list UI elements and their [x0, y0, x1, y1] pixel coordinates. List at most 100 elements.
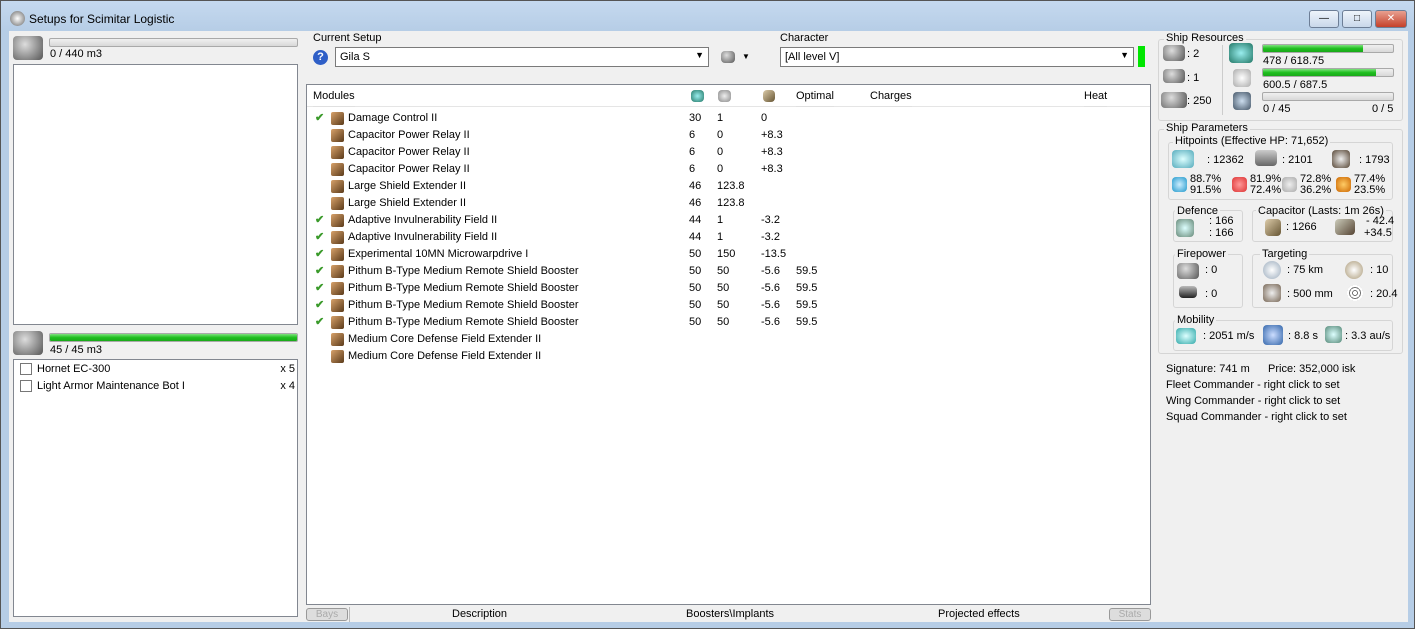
targeting-range-icon [1263, 261, 1281, 279]
squad-commander[interactable]: Squad Commander - right click to set [1166, 411, 1347, 423]
module-name: Experimental 10MN Microwarpdrive I [348, 248, 529, 260]
cpu-cell: 50 [689, 248, 702, 260]
modules-table[interactable]: Modules Optimal Charges Heat ✔ Damage Co… [306, 84, 1151, 605]
table-row[interactable]: ✔ Adaptive Invulnerability Field II 44 1… [307, 212, 1150, 229]
wing-commander[interactable]: Wing Commander - right click to set [1166, 395, 1340, 407]
module-name: Pithum B-Type Medium Remote Shield Boost… [348, 282, 579, 294]
table-row[interactable]: Capacitor Power Relay II 6 0 +8.3 [307, 144, 1150, 161]
powergrid-icon[interactable] [718, 90, 731, 102]
table-row[interactable]: Large Shield Extender II 46 123.8 [307, 178, 1150, 195]
warp-speed-icon [1325, 326, 1342, 343]
resist-type-icon [1232, 177, 1247, 192]
table-row[interactable]: ✔ Pithum B-Type Medium Remote Shield Boo… [307, 297, 1150, 314]
setup-dropdown[interactable]: Gila S ▼ [335, 47, 709, 67]
module-name-cell: Large Shield Extender II [331, 195, 466, 212]
checkbox[interactable] [20, 380, 32, 393]
resist-group: 81.9% 72.4% [1232, 173, 1288, 199]
fleet-commander[interactable]: Fleet Commander - right click to set [1166, 379, 1340, 391]
col-heat[interactable]: Heat [1084, 85, 1108, 107]
calibration-value: : 250 [1187, 95, 1212, 107]
ship-menu-button[interactable]: ▼ [721, 49, 751, 65]
tab-boosters-implants[interactable]: Boosters\Implants [686, 608, 774, 620]
resist-type-icon [1282, 177, 1297, 192]
drone-qty: x 5 [280, 363, 295, 375]
capacitor-cell: -5.6 [761, 282, 780, 294]
warp-speed: : 3.3 au/s [1345, 330, 1391, 342]
table-row[interactable]: Capacitor Power Relay II 6 0 +8.3 [307, 127, 1150, 144]
turret-dps: : 0 [1205, 264, 1218, 276]
capacitor-cell: +8.3 [761, 129, 783, 141]
powergrid-cell: 0 [717, 129, 724, 141]
capacitor-recharge-icon [1335, 219, 1355, 235]
cpu-cell: 50 [689, 316, 702, 328]
calibration-icon [1161, 92, 1187, 108]
align-time: : 8.8 s [1288, 330, 1318, 342]
module-name-cell: Adaptive Invulnerability Field II [331, 229, 497, 246]
col-modules[interactable]: Modules [313, 85, 355, 107]
help-icon[interactable]: ? [313, 50, 328, 65]
cpu-cell: 6 [689, 129, 696, 141]
table-row[interactable]: ✔ Pithum B-Type Medium Remote Shield Boo… [307, 314, 1150, 331]
drone-bandwidth-icon [1233, 92, 1251, 110]
checkbox[interactable] [20, 363, 32, 376]
turret-icon [1163, 45, 1185, 61]
maximize-button[interactable]: □ [1342, 10, 1372, 28]
active-check-icon: ✔ [315, 214, 325, 226]
powergrid-cell: 50 [717, 282, 730, 294]
module-name-cell: Adaptive Invulnerability Field II [331, 212, 497, 229]
cpu-icon[interactable] [691, 90, 704, 102]
cpu-cell: 50 [689, 265, 702, 277]
stats-button[interactable]: Stats [1109, 608, 1151, 621]
resist-group: 77.4% 23.5% [1336, 173, 1392, 199]
table-row[interactable]: Large Shield Extender II 46 123.8 [307, 195, 1150, 212]
minimize-button[interactable]: — [1309, 10, 1339, 28]
active-check-icon: ✔ [315, 316, 325, 328]
capacitor-cell: -5.6 [761, 316, 780, 328]
module-name: Pithum B-Type Medium Remote Shield Boost… [348, 265, 579, 277]
list-item[interactable]: Hornet EC-300 x 5 [20, 363, 295, 376]
capacitor-icon [1265, 219, 1281, 236]
module-name: Capacitor Power Relay II [348, 146, 470, 158]
cargo-bar [49, 38, 298, 47]
character-dropdown[interactable]: [All level V] ▼ [780, 47, 1134, 67]
chevron-down-icon: ▼ [742, 52, 750, 61]
drone-bandwidth-bar [1262, 92, 1394, 101]
close-button[interactable]: ✕ [1375, 10, 1407, 28]
table-row[interactable]: Medium Core Defense Field Extender II [307, 331, 1150, 348]
launcher-slots: : 1 [1187, 72, 1200, 84]
list-item[interactable]: Light Armor Maintenance Bot I x 4 [20, 380, 295, 393]
col-optimal[interactable]: Optimal [796, 85, 834, 107]
firepower-label: Firepower [1175, 248, 1228, 260]
targeting-range: : 75 km [1287, 264, 1324, 276]
bays-button[interactable]: Bays [306, 608, 348, 621]
resist-value-2: 72.4% [1250, 184, 1282, 196]
table-row[interactable]: ✔ Adaptive Invulnerability Field II 44 1… [307, 229, 1150, 246]
capacitor-icon[interactable] [763, 90, 775, 102]
tab-description[interactable]: Description [452, 608, 507, 620]
drone-list[interactable]: Hornet EC-300 x 5 Light Armor Maintenance… [13, 359, 298, 617]
capacitor-capacity: : 1266 [1286, 221, 1317, 233]
capacitor-cell: -3.2 [761, 231, 780, 243]
cargo-list[interactable] [13, 64, 298, 325]
mobility-label: Mobility [1175, 314, 1217, 326]
window-title: Setups for Scimitar Logistic [29, 12, 175, 26]
turret-slots: : 2 [1187, 48, 1200, 60]
chevron-down-icon: ▼ [1120, 50, 1129, 60]
tab-projected-effects[interactable]: Projected effects [938, 608, 1020, 620]
table-row[interactable]: ✔ Experimental 10MN Microwarpdrive I 50 … [307, 246, 1150, 263]
window: Setups for Scimitar Logistic — □ ✕ 0 / 4… [0, 0, 1415, 629]
cpu-icon [1229, 43, 1253, 63]
table-row[interactable]: ✔ Pithum B-Type Medium Remote Shield Boo… [307, 280, 1150, 297]
capacitor-cell: -5.6 [761, 265, 780, 277]
app-icon [10, 11, 25, 26]
table-row[interactable]: ✔ Damage Control II 30 1 0 [307, 110, 1150, 127]
table-row[interactable]: Capacitor Power Relay II 6 0 +8.3 [307, 161, 1150, 178]
resist-group: 72.8% 36.2% [1282, 173, 1338, 199]
col-charges[interactable]: Charges [870, 85, 912, 107]
module-icon [331, 179, 344, 193]
table-row[interactable]: Medium Core Defense Field Extender II [307, 348, 1150, 365]
table-row[interactable]: ✔ Pithum B-Type Medium Remote Shield Boo… [307, 263, 1150, 280]
module-icon [331, 230, 344, 244]
optimal-cell: 59.5 [796, 265, 818, 277]
module-name: Adaptive Invulnerability Field II [348, 214, 498, 226]
